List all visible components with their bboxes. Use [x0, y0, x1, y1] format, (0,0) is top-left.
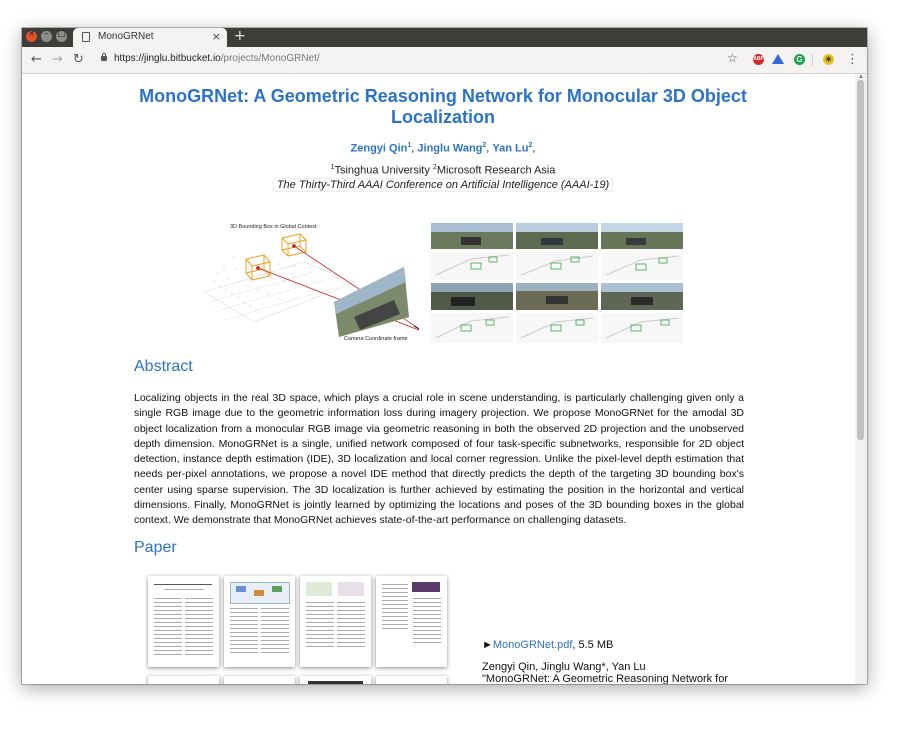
grammarly-icon[interactable]: G [794, 54, 805, 65]
new-tab-button[interactable]: + [234, 28, 246, 44]
author-link[interactable]: Jinglu Wang [417, 143, 482, 155]
page-icon [82, 32, 90, 42]
reload-icon[interactable]: ↻ [73, 52, 84, 67]
conference-line: The Thirty-Third AAAI Conference on Arti… [118, 178, 768, 192]
geometric-reasoning-figure: 3D Bounding Box in Global Context Camera… [203, 224, 419, 342]
maximize-window-button[interactable]: □ [56, 29, 67, 42]
paper-page-thumbnail[interactable] [224, 676, 295, 684]
page-content: MonoGRNet: A Geometric Reasoning Network… [22, 74, 855, 684]
page-title: MonoGRNet: A Geometric Reasoning Network… [139, 86, 747, 127]
paper-page-thumbnail[interactable] [376, 576, 447, 667]
minimize-window-button[interactable]: – [41, 29, 52, 42]
authors-line: Zengyi Qin1, Jinglu Wang2, Yan Lu2, [350, 142, 536, 155]
abstract-heading: Abstract [134, 358, 193, 375]
url-path: /projects/MonoGRNet/ [220, 53, 320, 64]
back-arrow-icon[interactable]: ← [31, 52, 42, 67]
bullet-arrow-icon: ► [482, 639, 493, 651]
menu-kebab-icon[interactable]: ⋮ [846, 52, 859, 67]
bookmark-star-icon[interactable]: ☆ [727, 51, 738, 65]
browser-window: × – □ MonoGRNet × + ← → ↻ https://jinglu… [22, 28, 867, 684]
affiliations: 1Tsinghua University 2Microsoft Research… [118, 164, 768, 177]
lightbulb-extension-icon[interactable]: ☀ [823, 54, 834, 65]
paper-heading: Paper [134, 539, 177, 556]
toolbar-divider [812, 54, 813, 66]
paper-thumbnails[interactable] [146, 576, 451, 684]
tab-close-icon[interactable]: × [212, 30, 221, 43]
tab-monogrnet[interactable]: MonoGRNet × [73, 28, 227, 47]
author-link[interactable]: Yan Lu [492, 143, 528, 155]
lock-icon [101, 53, 107, 61]
adblock-plus-icon[interactable]: ABP [753, 54, 764, 65]
results-grid-figure [431, 223, 683, 343]
vertical-scrollbar[interactable]: ▲ [855, 74, 867, 684]
figure-label-camera: Camera Coordinate frame [344, 336, 408, 342]
citation: Zengyi Qin, Jinglu Wang*, Yan Lu "MonoGR… [482, 661, 729, 684]
browser-toolbar: ← → ↻ https://jinglu.bitbucket.io/projec… [22, 47, 867, 74]
conference-name: The Thirty-Third AAAI Conference on Arti… [272, 178, 614, 192]
paper-page-thumbnail[interactable] [376, 676, 447, 684]
paper-page-thumbnail[interactable] [148, 676, 219, 684]
extension-blue-icon[interactable] [772, 54, 784, 64]
paper-page-thumbnail[interactable] [224, 576, 295, 667]
address-bar[interactable]: https://jinglu.bitbucket.io/projects/Mon… [114, 53, 320, 64]
pdf-link[interactable]: MonoGRNet.pdf [493, 639, 572, 651]
citation-title: "MonoGRNet: A Geometric Reasoning Networ… [482, 672, 729, 684]
citation-authors: Zengyi Qin, Jinglu Wang*, Yan Lu [482, 661, 646, 673]
url-host: https://jinglu.bitbucket.io [114, 53, 221, 64]
close-window-button[interactable]: × [26, 29, 37, 42]
scrollbar-thumb[interactable] [857, 80, 864, 440]
paper-page-thumbnail[interactable] [148, 576, 219, 667]
figure-label-bbox: 3D Bounding Box in Global Context [230, 224, 317, 230]
tab-title: MonoGRNet [98, 31, 154, 42]
paper-page-thumbnail[interactable] [300, 676, 371, 684]
paper-page-thumbnail[interactable] [300, 576, 371, 667]
pdf-download-line: ►MonoGRNet.pdf, 5.5 MB [482, 639, 613, 651]
title-bar: × – □ MonoGRNet × + [22, 28, 867, 47]
pdf-size: , 5.5 MB [572, 639, 614, 651]
affil-name: Microsoft Research Asia [436, 164, 556, 177]
affil-name: Tsinghua University [334, 164, 430, 177]
abstract-text: Localizing objects in the real 3D space,… [134, 392, 744, 527]
forward-arrow-icon[interactable]: → [52, 52, 63, 67]
author-link[interactable]: Zengyi Qin [351, 143, 408, 155]
